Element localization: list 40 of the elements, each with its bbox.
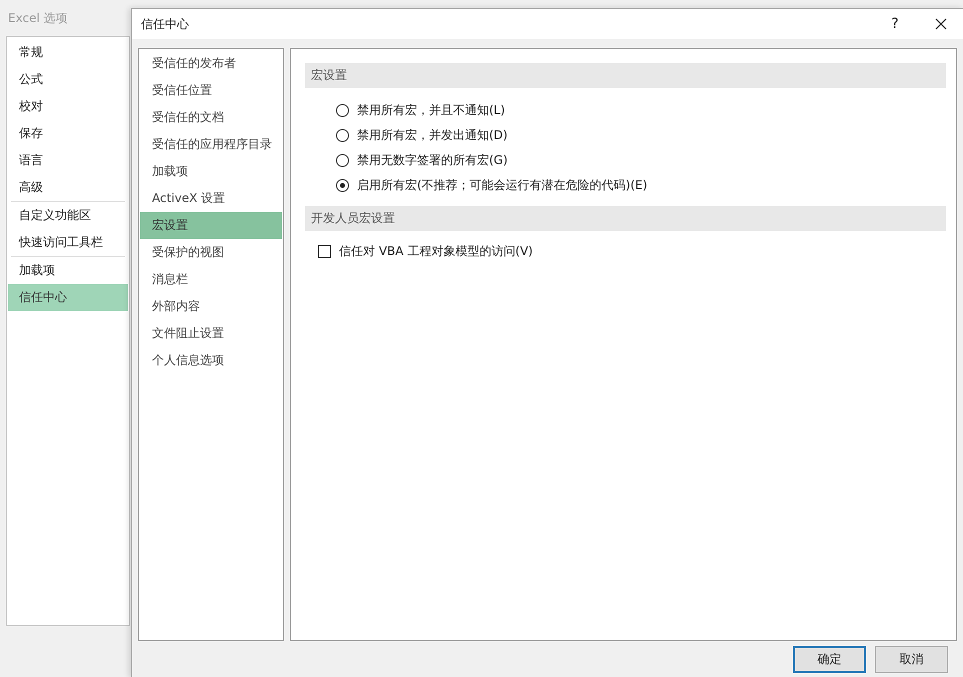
radio-button[interactable] [336, 129, 349, 142]
cancel-button[interactable]: 取消 [875, 646, 948, 673]
category-item[interactable]: 保存 [8, 120, 128, 147]
nav-item[interactable]: 文件阻止设置 [140, 320, 282, 347]
checkbox[interactable] [318, 245, 331, 258]
category-item[interactable]: 语言 [8, 147, 128, 174]
nav-item[interactable]: 消息栏 [140, 266, 282, 293]
option-label: 禁用所有宏，并且不通知(L) [357, 102, 506, 119]
category-item[interactable]: 加载项 [8, 257, 128, 284]
radio-button[interactable] [336, 179, 349, 192]
category-item[interactable]: 信任中心 [8, 284, 128, 311]
category-item[interactable]: 公式 [8, 66, 128, 93]
nav-item[interactable]: 受信任的应用程序目录 [140, 131, 282, 158]
window-title: Excel 选项 [7, 10, 68, 26]
nav-item[interactable]: ActiveX 设置 [140, 185, 282, 212]
close-icon [935, 18, 947, 30]
nav-item[interactable]: 受信任的文档 [140, 104, 282, 131]
category-item[interactable]: 自定义功能区 [8, 202, 128, 229]
section-heading: 宏设置 [305, 63, 946, 88]
help-button[interactable]: ? [872, 9, 918, 39]
nav-item[interactable]: 个人信息选项 [140, 347, 282, 374]
option-label: 启用所有宏(不推荐；可能会运行有潜在危险的代码)(E) [357, 177, 648, 194]
nav-item[interactable]: 受信任位置 [140, 77, 282, 104]
category-item[interactable]: 快速访问工具栏 [8, 229, 128, 256]
category-item[interactable]: 常规 [8, 39, 128, 66]
dialog-title: 信任中心 [141, 16, 190, 32]
option-label: 禁用无数字签署的所有宏(G) [357, 152, 508, 169]
nav-item[interactable]: 加载项 [140, 158, 282, 185]
nav-item[interactable]: 宏设置 [140, 212, 282, 239]
radio-button[interactable] [336, 154, 349, 167]
radio-button[interactable] [336, 104, 349, 117]
nav-item[interactable]: 受信任的发布者 [140, 50, 282, 77]
ok-button[interactable]: 确定 [793, 646, 866, 673]
nav-item[interactable]: 受保护的视图 [140, 239, 282, 266]
category-item[interactable]: 校对 [8, 93, 128, 120]
section-heading: 开发人员宏设置 [305, 206, 946, 231]
category-item[interactable]: 高级 [8, 174, 128, 201]
option-label: 禁用所有宏，并发出通知(D) [357, 127, 508, 144]
nav-item[interactable]: 外部内容 [140, 293, 282, 320]
option-label: 信任对 VBA 工程对象模型的访问(V) [339, 243, 533, 260]
